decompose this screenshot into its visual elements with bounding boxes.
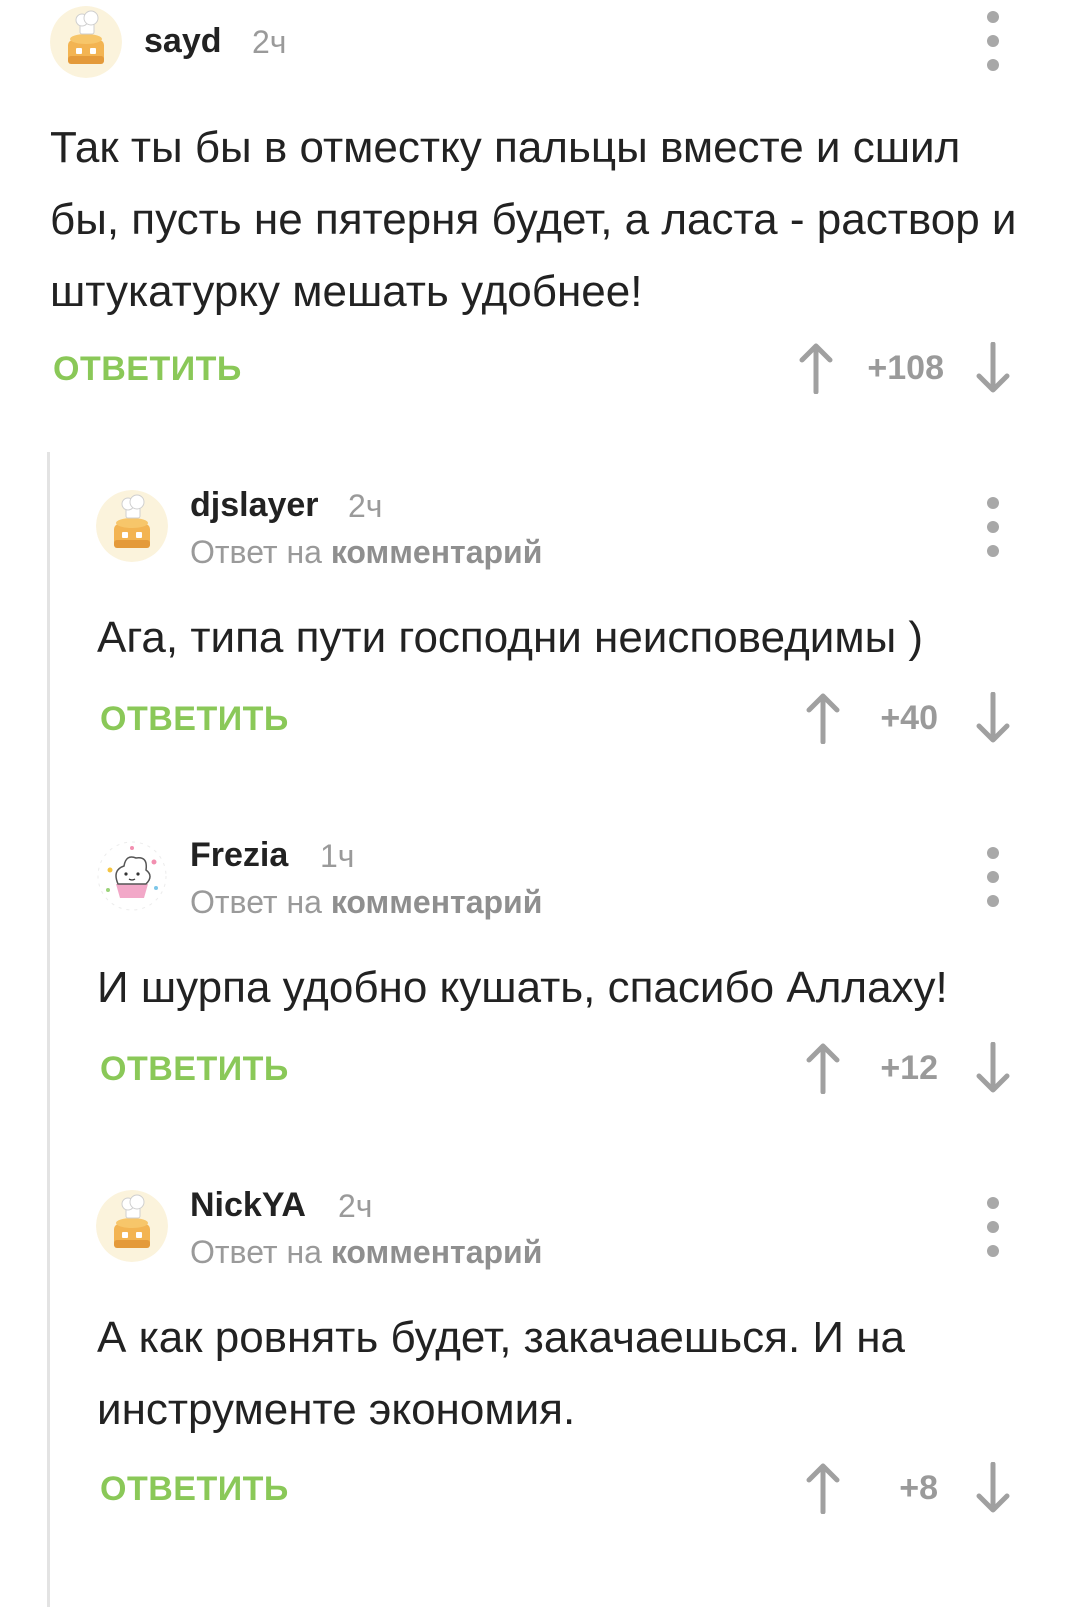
reply-to-link[interactable]: комментарий [331, 1234, 543, 1270]
reply-to-label: Ответ на комментарий [190, 534, 542, 571]
avatar[interactable] [96, 490, 168, 562]
chef-cake-avatar-icon [96, 490, 168, 562]
comment-time: 2ч [252, 24, 287, 60]
arrow-up-icon[interactable] [803, 692, 843, 744]
reply-to-prefix: Ответ на [190, 1234, 322, 1270]
comment-time: 1ч [320, 838, 355, 874]
more-vertical-icon[interactable] [981, 847, 1005, 907]
avatar[interactable] [96, 1190, 168, 1262]
reply-to-prefix: Ответ на [190, 884, 322, 920]
comment-time: 2ч [338, 1188, 373, 1224]
comment-text: Так ты бы в отместку пальцы вместе и сши… [50, 123, 1017, 316]
username[interactable]: NickYA [190, 1186, 306, 1225]
comment-text: А как ровнять будет, закачаешься. И на и… [97, 1313, 906, 1434]
reply-button[interactable]: ОТВЕТИТЬ [53, 350, 242, 389]
reply-to-label: Ответ на комментарий [190, 1234, 542, 1271]
rating: +8 [899, 1469, 938, 1507]
rating: +12 [880, 1049, 938, 1087]
reply-button[interactable]: ОТВЕТИТЬ [100, 1050, 289, 1089]
arrow-down-icon[interactable] [973, 692, 1013, 744]
avatar[interactable] [50, 6, 122, 78]
rating: +40 [880, 699, 938, 737]
arrow-up-icon[interactable] [796, 342, 836, 394]
comment-djslayer: djslayer 2ч Ответ на комментарий Ага, ти… [0, 470, 1080, 790]
username[interactable]: Frezia [190, 836, 288, 875]
more-vertical-icon[interactable] [981, 1197, 1005, 1257]
chef-cake-avatar-icon [96, 1190, 168, 1262]
reply-button[interactable]: ОТВЕТИТЬ [100, 700, 289, 739]
reply-to-link[interactable]: комментарий [331, 884, 543, 920]
more-vertical-icon[interactable] [981, 497, 1005, 557]
reply-to-prefix: Ответ на [190, 534, 322, 570]
reply-button[interactable]: ОТВЕТИТЬ [100, 1470, 289, 1509]
arrow-down-icon[interactable] [973, 342, 1013, 394]
username[interactable]: djslayer [190, 486, 319, 525]
cupcake-avatar-icon [96, 840, 168, 912]
comment-time: 2ч [348, 488, 383, 524]
arrow-up-icon[interactable] [803, 1462, 843, 1514]
reply-to-link[interactable]: комментарий [331, 534, 543, 570]
chef-cake-avatar-icon [50, 6, 122, 78]
reply-to-label: Ответ на комментарий [190, 884, 542, 921]
comment-text: И шурпа удобно кушать, спасибо Аллаху! [97, 963, 948, 1012]
comment-frezia: Frezia 1ч Ответ на комментарий И шурпа у… [0, 820, 1080, 1140]
arrow-down-icon[interactable] [973, 1462, 1013, 1514]
comment-text: Ага, типа пути господни неисповедимы ) [97, 613, 924, 662]
comment-sayd: sayd 2ч Так ты бы в отместку пальцы вмес… [0, 0, 1080, 420]
rating: +108 [867, 349, 944, 387]
more-vertical-icon[interactable] [981, 11, 1005, 71]
arrow-up-icon[interactable] [803, 1042, 843, 1094]
comment-nickya: NickYA 2ч Ответ на комментарий А как ров… [0, 1170, 1080, 1570]
avatar[interactable] [96, 840, 168, 912]
username[interactable]: sayd [144, 22, 222, 61]
arrow-down-icon[interactable] [973, 1042, 1013, 1094]
